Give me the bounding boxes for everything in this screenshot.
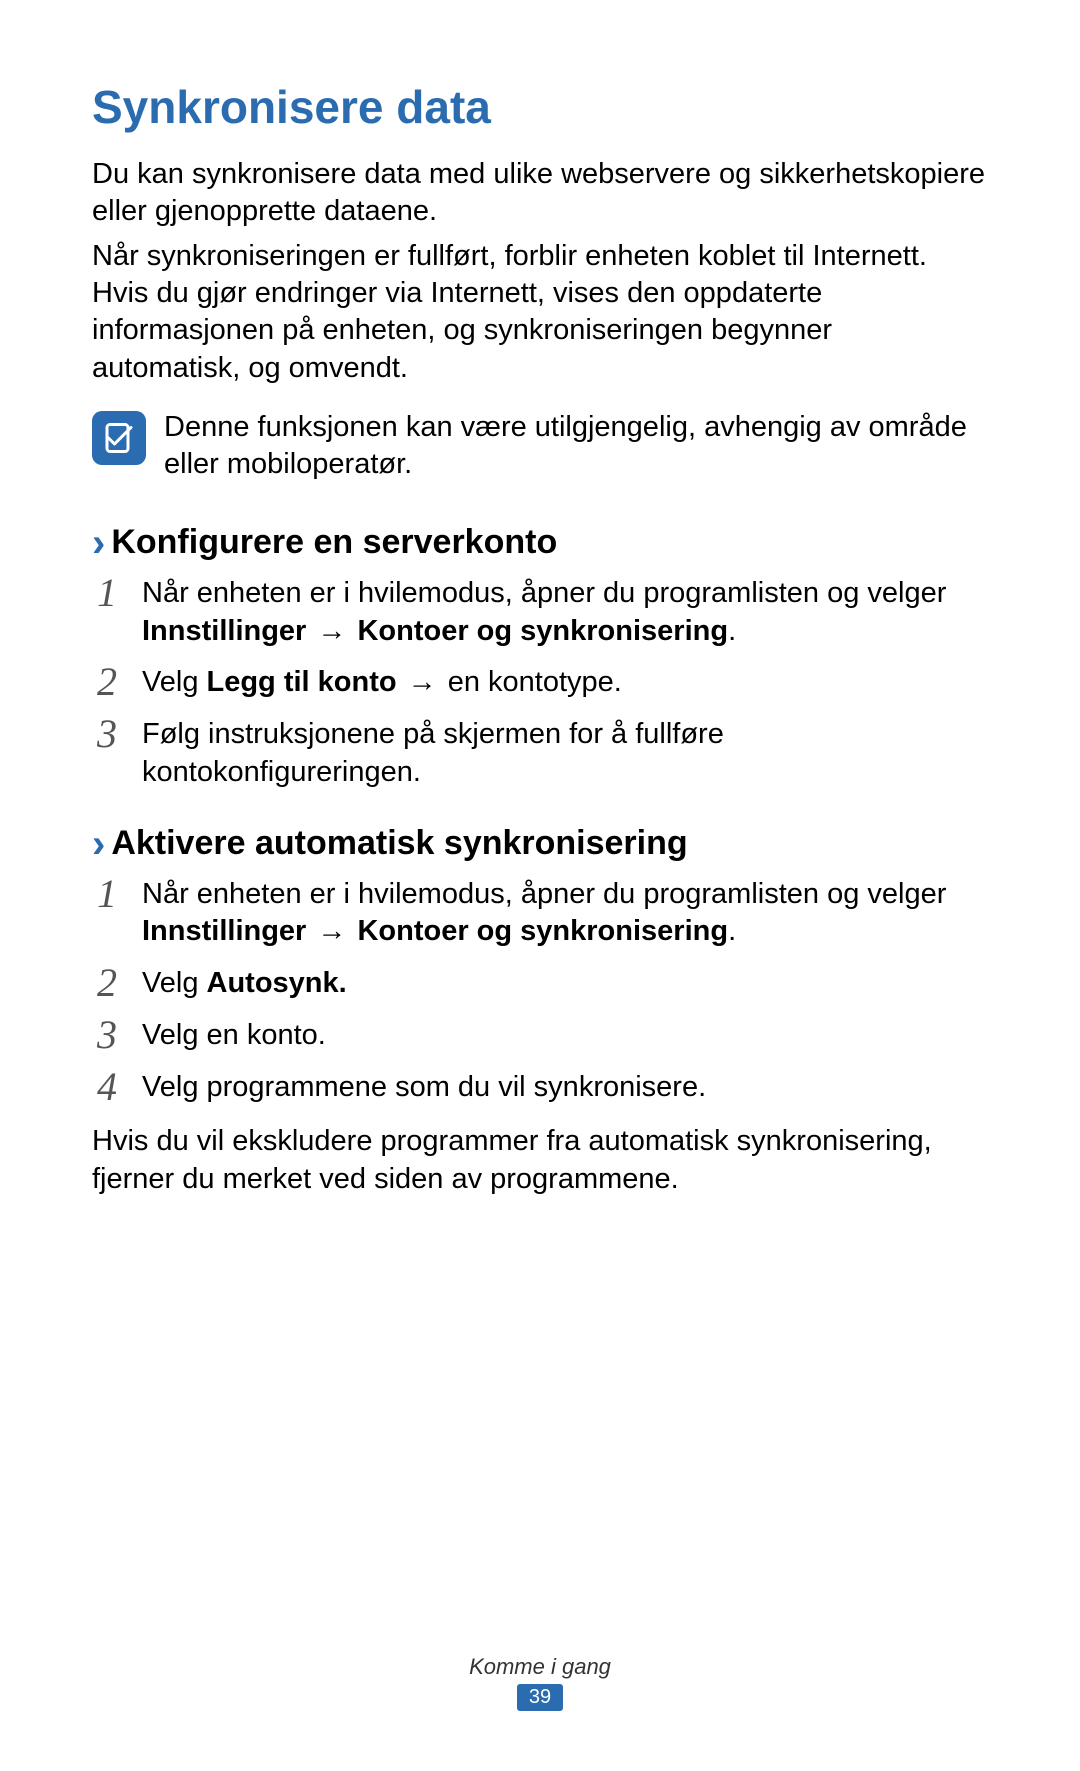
subsection-title: Konfigurere en serverkonto bbox=[111, 523, 557, 562]
subsection-title: Aktivere automatisk synkronisering bbox=[111, 824, 687, 863]
step-item: 1 Når enheten er i hvilemodus, åpner du … bbox=[92, 876, 988, 951]
step-item: 2 Velg Autosynk. bbox=[92, 965, 988, 1003]
closing-paragraph: Hvis du vil ekskludere programmer fra au… bbox=[92, 1123, 988, 1198]
step-text: Velg Autosynk. bbox=[142, 965, 347, 1003]
manual-page: Synkronisere data Du kan synkronisere da… bbox=[0, 0, 1080, 1198]
page-title: Synkronisere data bbox=[92, 80, 988, 134]
step-list: 1 Når enheten er i hvilemodus, åpner du … bbox=[92, 876, 988, 1107]
step-item: 3 Velg en konto. bbox=[92, 1017, 988, 1055]
step-number: 3 bbox=[92, 714, 122, 754]
intro-paragraph: Når synkroniseringen er fullført, forbli… bbox=[92, 238, 988, 386]
step-text: Når enheten er i hvilemodus, åpner du pr… bbox=[142, 876, 988, 951]
page-number: 39 bbox=[517, 1684, 563, 1711]
chapter-label: Komme i gang bbox=[0, 1654, 1080, 1680]
step-item: 1 Når enheten er i hvilemodus, åpner du … bbox=[92, 575, 988, 650]
step-text: Følg instruksjonene på skjermen for å fu… bbox=[142, 716, 988, 791]
note-callout: Denne funksjonen kan være utilgjengelig,… bbox=[92, 409, 988, 483]
subsection-heading: › Konfigurere en serverkonto bbox=[92, 523, 988, 563]
step-item: 3 Følg instruksjonene på skjermen for å … bbox=[92, 716, 988, 791]
step-number: 3 bbox=[92, 1015, 122, 1055]
chevron-right-icon: › bbox=[92, 523, 105, 563]
step-text: Velg Legg til konto → en kontotype. bbox=[142, 664, 622, 702]
step-number: 2 bbox=[92, 963, 122, 1003]
step-text: Velg programmene som du vil synkronisere… bbox=[142, 1069, 706, 1107]
step-text: Velg en konto. bbox=[142, 1017, 326, 1055]
step-number: 2 bbox=[92, 662, 122, 702]
step-item: 4 Velg programmene som du vil synkronise… bbox=[92, 1069, 988, 1107]
step-number: 4 bbox=[92, 1067, 122, 1107]
note-icon bbox=[92, 411, 146, 465]
note-text: Denne funksjonen kan være utilgjengelig,… bbox=[164, 409, 988, 483]
chevron-right-icon: › bbox=[92, 824, 105, 864]
step-list: 1 Når enheten er i hvilemodus, åpner du … bbox=[92, 575, 988, 792]
page-footer: Komme i gang 39 bbox=[0, 1654, 1080, 1711]
step-number: 1 bbox=[92, 874, 122, 914]
subsection-heading: › Aktivere automatisk synkronisering bbox=[92, 824, 988, 864]
step-text: Når enheten er i hvilemodus, åpner du pr… bbox=[142, 575, 988, 650]
intro-paragraph: Du kan synkronisere data med ulike webse… bbox=[92, 156, 988, 230]
step-item: 2 Velg Legg til konto → en kontotype. bbox=[92, 664, 988, 702]
step-number: 1 bbox=[92, 573, 122, 613]
